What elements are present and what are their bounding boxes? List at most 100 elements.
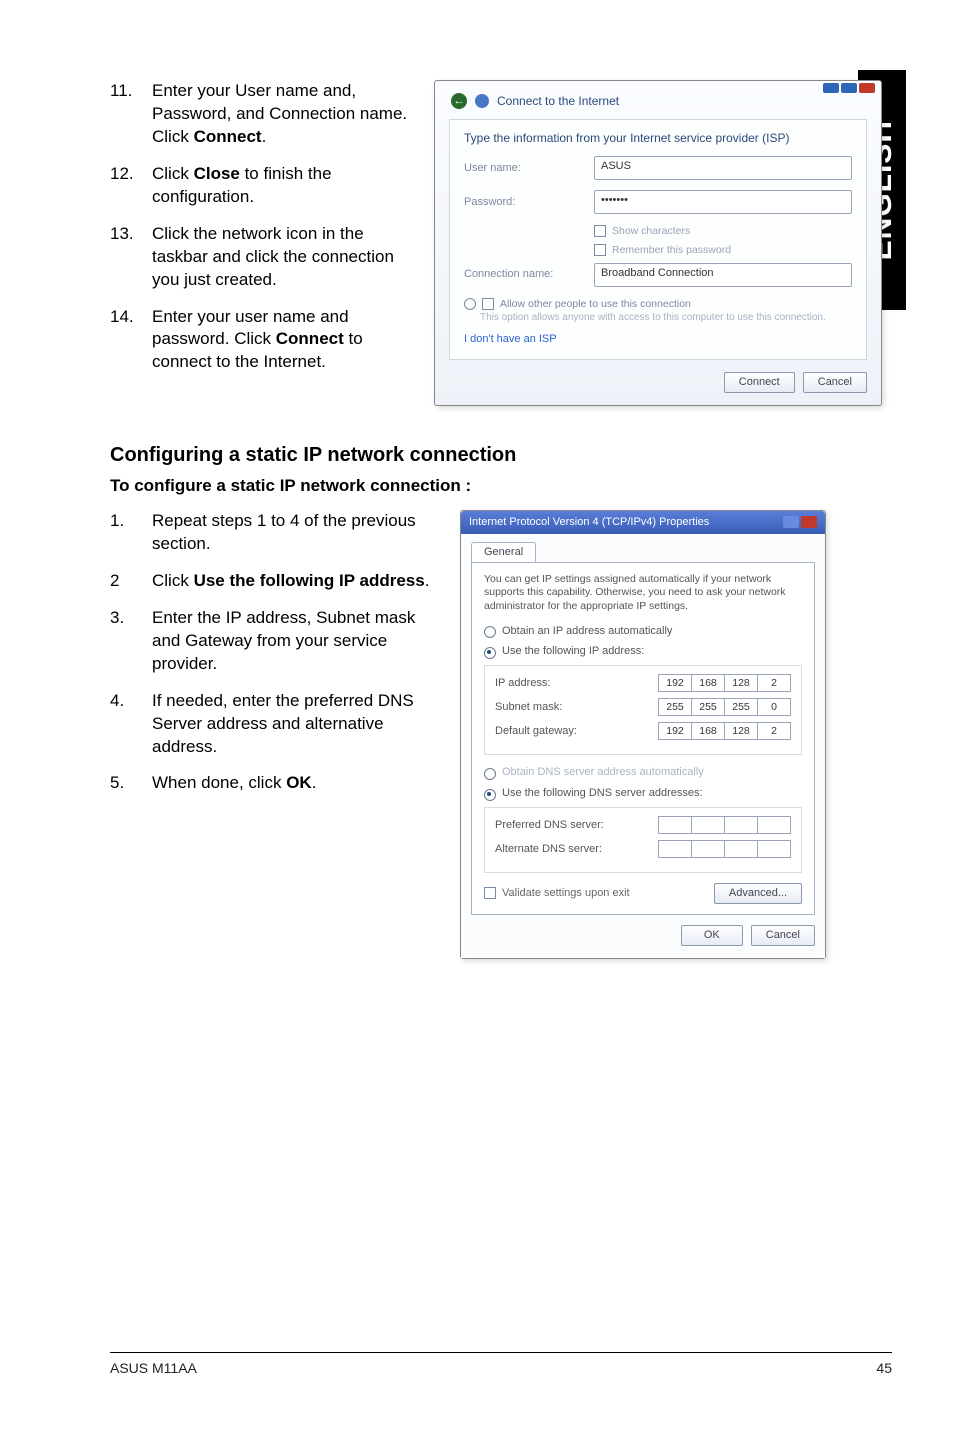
ok-button[interactable]: OK <box>681 925 743 946</box>
obtain-dns-auto-label: Obtain DNS server address automatically <box>502 765 704 780</box>
dialog-title: Internet Protocol Version 4 (TCP/IPv4) P… <box>469 515 709 530</box>
ip-segment[interactable]: 255 <box>724 698 757 716</box>
allow-others-checkbox[interactable] <box>482 298 494 310</box>
preferred-dns-label: Preferred DNS server: <box>495 818 604 833</box>
validate-settings-checkbox[interactable] <box>484 887 496 899</box>
steps-top: 11.Enter your User name and, Password, a… <box>110 80 410 374</box>
step-number: 1. <box>110 510 152 556</box>
minimize-icon[interactable] <box>823 83 839 93</box>
step-item: 14.Enter your user name and password. Cl… <box>110 306 410 375</box>
step-item: 2Click Use the following IP address. <box>110 570 440 593</box>
obtain-ip-auto-radio[interactable] <box>484 626 496 638</box>
step-text: Repeat steps 1 to 4 of the previous sect… <box>152 510 440 556</box>
step-number: 14. <box>110 306 152 375</box>
ip-segment[interactable]: 168 <box>691 674 724 692</box>
use-following-dns-radio[interactable] <box>484 789 496 801</box>
ip-segment[interactable]: 128 <box>724 722 757 740</box>
step-text: Enter your User name and, Password, and … <box>152 80 410 149</box>
ip-segment[interactable]: 255 <box>691 698 724 716</box>
subnet-mask-label: Subnet mask: <box>495 700 562 715</box>
validate-settings-label: Validate settings upon exit <box>502 886 630 901</box>
dns-group: Preferred DNS server: Alternate DNS serv… <box>484 807 802 873</box>
password-input[interactable]: ••••••• <box>594 190 852 214</box>
step-item: 5.When done, click OK. <box>110 772 440 795</box>
user-name-input[interactable]: ASUS <box>594 156 852 180</box>
use-following-ip-label: Use the following IP address: <box>502 644 644 659</box>
window-controls <box>823 83 875 93</box>
ipv4-properties-dialog: Internet Protocol Version 4 (TCP/IPv4) P… <box>460 510 826 959</box>
ip-segment[interactable]: 192 <box>658 722 691 740</box>
step-text: Enter your user name and password. Click… <box>152 306 410 375</box>
user-name-label: User name: <box>464 161 584 176</box>
ip-segment[interactable] <box>658 840 691 858</box>
ip-segment[interactable] <box>757 840 791 858</box>
ip-segment[interactable]: 192 <box>658 674 691 692</box>
ip-segment[interactable]: 2 <box>757 674 791 692</box>
ip-group: IP address:1921681282 Subnet mask:255255… <box>484 665 802 755</box>
preferred-dns-input[interactable] <box>658 816 791 834</box>
no-isp-link[interactable]: I don't have an ISP <box>464 332 852 347</box>
step-text: Enter the IP address, Subnet mask and Ga… <box>152 607 440 676</box>
steps-static: 1.Repeat steps 1 to 4 of the previous se… <box>110 510 440 795</box>
advanced-button[interactable]: Advanced... <box>714 883 802 904</box>
use-following-ip-radio[interactable] <box>484 647 496 659</box>
step-text: If needed, enter the preferred DNS Serve… <box>152 690 440 759</box>
cancel-button[interactable]: Cancel <box>751 925 815 946</box>
remember-password-label: Remember this password <box>612 243 731 257</box>
obtain-dns-auto-radio[interactable] <box>484 768 496 780</box>
ip-segment[interactable]: 255 <box>658 698 691 716</box>
step-number: 11. <box>110 80 152 149</box>
allow-others-radio[interactable] <box>464 298 476 310</box>
page-content: 11.Enter your User name and, Password, a… <box>110 80 830 959</box>
step-text: Click Close to finish the configuration. <box>152 163 410 209</box>
allow-others-description: This option allows anyone with access to… <box>480 311 852 325</box>
show-characters-checkbox[interactable] <box>594 225 606 237</box>
default-gateway-input[interactable]: 1921681282 <box>658 722 791 740</box>
step-number: 4. <box>110 690 152 759</box>
ip-segment[interactable] <box>724 840 757 858</box>
close-icon[interactable] <box>801 516 817 528</box>
subnet-mask-input[interactable]: 2552552550 <box>658 698 791 716</box>
step-number: 5. <box>110 772 152 795</box>
dialog-description: You can get IP settings assigned automat… <box>484 573 802 614</box>
connect-button[interactable]: Connect <box>724 372 795 393</box>
cancel-button[interactable]: Cancel <box>803 372 867 393</box>
ip-segment[interactable] <box>757 816 791 834</box>
ip-address-input[interactable]: 1921681282 <box>658 674 791 692</box>
step-item: 3.Enter the IP address, Subnet mask and … <box>110 607 440 676</box>
connection-name-label: Connection name: <box>464 267 584 282</box>
ip-segment[interactable]: 128 <box>724 674 757 692</box>
step-number: 3. <box>110 607 152 676</box>
ip-address-label: IP address: <box>495 676 550 691</box>
footer-page-number: 45 <box>876 1359 892 1378</box>
ip-segment[interactable] <box>691 840 724 858</box>
connection-name-input[interactable]: Broadband Connection <box>594 263 852 287</box>
wizard-instruction: Type the information from your Internet … <box>464 130 852 146</box>
back-icon[interactable]: ← <box>451 93 467 109</box>
ip-segment[interactable] <box>658 816 691 834</box>
step-item: 11.Enter your User name and, Password, a… <box>110 80 410 149</box>
globe-icon <box>475 94 489 108</box>
default-gateway-label: Default gateway: <box>495 724 577 739</box>
obtain-ip-auto-label: Obtain an IP address automatically <box>502 624 672 639</box>
ip-segment[interactable]: 2 <box>757 722 791 740</box>
ip-segment[interactable] <box>724 816 757 834</box>
use-following-dns-label: Use the following DNS server addresses: <box>502 786 703 801</box>
allow-others-label: Allow other people to use this connectio… <box>500 297 691 311</box>
ip-segment[interactable]: 0 <box>757 698 791 716</box>
ip-segment[interactable]: 168 <box>691 722 724 740</box>
tab-general[interactable]: General <box>471 542 536 562</box>
step-item: 4.If needed, enter the preferred DNS Ser… <box>110 690 440 759</box>
step-text: Click the network icon in the taskbar an… <box>152 223 410 292</box>
maximize-icon[interactable] <box>841 83 857 93</box>
connect-wizard-dialog: ← Connect to the Internet Type the infor… <box>434 80 882 406</box>
alternate-dns-input[interactable] <box>658 840 791 858</box>
step-number: 13. <box>110 223 152 292</box>
ip-segment[interactable] <box>691 816 724 834</box>
step-text: Click Use the following IP address. <box>152 570 440 593</box>
step-number: 12. <box>110 163 152 209</box>
close-icon[interactable] <box>859 83 875 93</box>
remember-password-checkbox[interactable] <box>594 244 606 256</box>
help-icon[interactable] <box>783 516 799 528</box>
section-heading: Configuring a static IP network connecti… <box>110 442 830 469</box>
